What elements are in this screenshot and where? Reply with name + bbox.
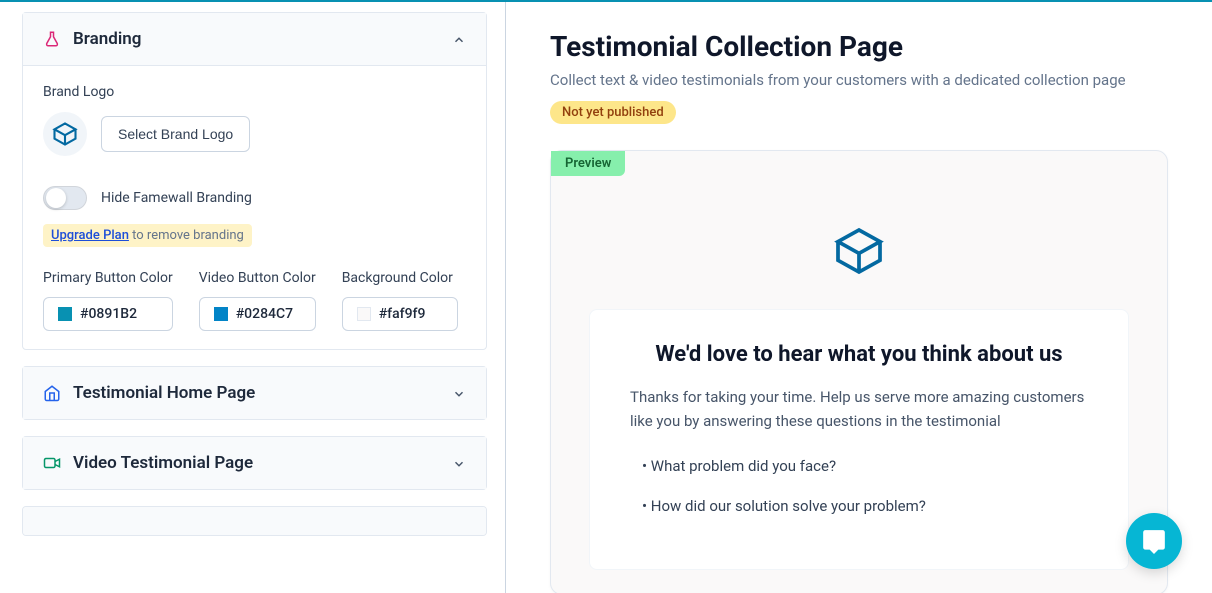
upgrade-plan-link[interactable]: Upgrade Plan [51, 228, 129, 243]
toggle-thumb [46, 188, 66, 208]
testimonial-home-section: Testimonial Home Page [22, 366, 487, 420]
primary-color-swatch [58, 307, 72, 321]
next-section-header[interactable] [23, 507, 486, 536]
preview-question: • What problem did you face? [642, 457, 1088, 475]
upgrade-rest-text: to remove branding [129, 228, 244, 243]
preview-heading: We'd love to hear what you think about u… [630, 342, 1088, 367]
background-color-swatch [357, 307, 371, 321]
home-icon [43, 384, 61, 402]
background-color-input[interactable]: #faf9f9 [342, 297, 458, 331]
video-color-label: Video Button Color [199, 269, 316, 287]
branding-body: Brand Logo Select Brand Logo Hide Famewa… [23, 66, 486, 349]
chevron-down-icon [452, 386, 466, 400]
page-title: Testimonial Collection Page [550, 30, 1168, 63]
flask-icon [43, 30, 61, 48]
preview-card: Preview We'd love to hear what you think… [550, 150, 1168, 593]
next-section-peek [22, 506, 487, 536]
preview-content: We'd love to hear what you think about u… [589, 309, 1129, 570]
video-icon [43, 454, 61, 472]
brand-logo-label: Brand Logo [43, 84, 466, 100]
branding-header[interactable]: Branding [23, 13, 486, 66]
section-icon [43, 527, 61, 536]
chevron-down-icon [452, 456, 466, 470]
hide-branding-toggle[interactable] [43, 186, 87, 210]
preview-description: Thanks for taking your time. Help us ser… [630, 385, 1088, 433]
status-badge: Not yet published [550, 101, 676, 124]
video-testimonial-section: Video Testimonial Page [22, 436, 487, 490]
branding-section: Branding Brand Logo Select Brand Logo [22, 12, 487, 350]
preview-question: • How did our solution solve your proble… [642, 497, 1088, 515]
box-icon [51, 120, 79, 148]
upgrade-tag: Upgrade Plan to remove branding [43, 224, 252, 247]
video-color-input[interactable]: #0284C7 [199, 297, 316, 331]
hide-branding-label: Hide Famewall Branding [101, 190, 252, 206]
video-testimonial-title: Video Testimonial Page [73, 453, 253, 473]
preview-badge: Preview [551, 151, 625, 176]
chat-fab[interactable] [1126, 513, 1182, 569]
testimonial-home-title: Testimonial Home Page [73, 383, 255, 403]
preview-questions: • What problem did you face? • How did o… [630, 457, 1088, 515]
branding-title: Branding [73, 29, 141, 49]
chevron-up-icon [452, 32, 466, 46]
page-subtitle: Collect text & video testimonials from y… [550, 71, 1168, 89]
primary-color-label: Primary Button Color [43, 269, 173, 287]
primary-color-value: #0891B2 [80, 306, 137, 322]
video-testimonial-header[interactable]: Video Testimonial Page [23, 437, 486, 489]
box-icon [831, 223, 887, 279]
testimonial-home-header[interactable]: Testimonial Home Page [23, 367, 486, 419]
settings-panel: Branding Brand Logo Select Brand Logo [0, 2, 505, 593]
brand-logo-preview [43, 112, 87, 156]
chat-icon [1141, 528, 1167, 554]
background-color-label: Background Color [342, 269, 458, 287]
video-color-swatch [214, 307, 228, 321]
preview-logo [831, 223, 887, 279]
primary-color-input[interactable]: #0891B2 [43, 297, 173, 331]
background-color-value: #faf9f9 [379, 306, 426, 322]
select-brand-logo-button[interactable]: Select Brand Logo [101, 116, 250, 152]
preview-panel: Testimonial Collection Page Collect text… [505, 2, 1212, 593]
video-color-value: #0284C7 [236, 306, 293, 322]
